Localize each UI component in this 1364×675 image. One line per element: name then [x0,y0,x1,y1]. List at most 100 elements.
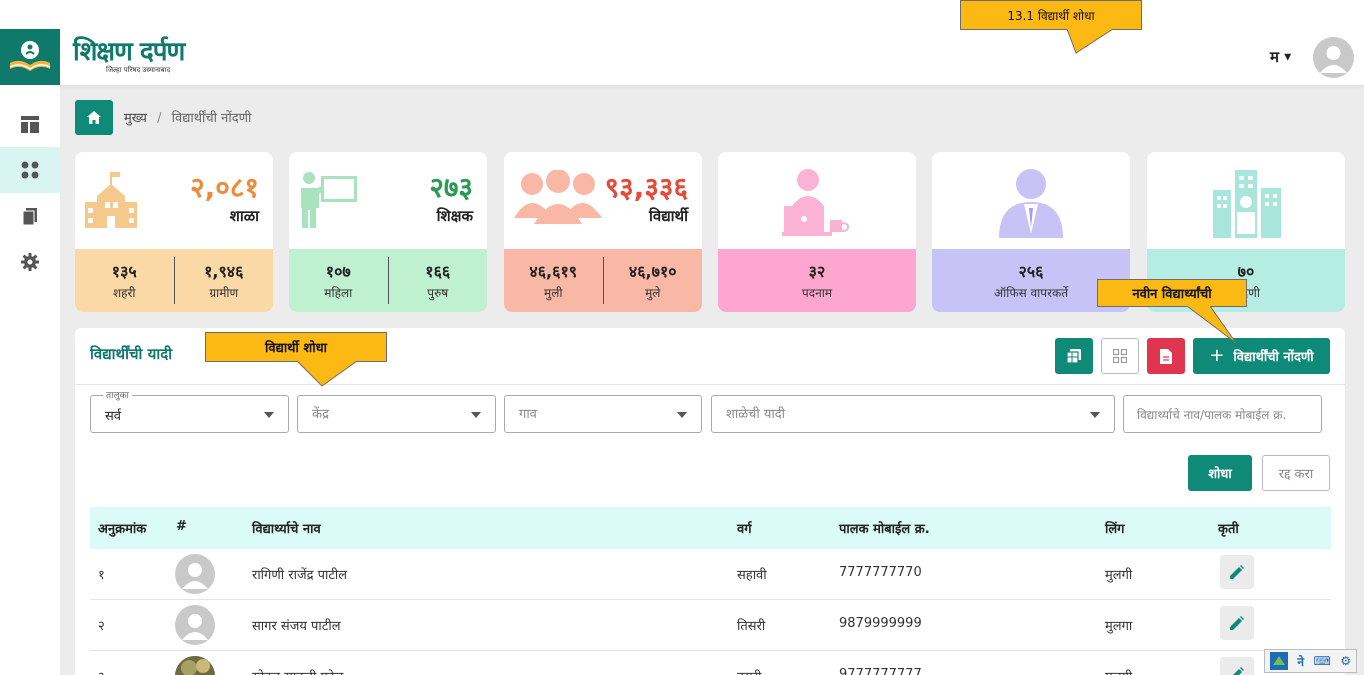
pdf-export-button[interactable] [1147,338,1185,374]
office-worker-icon [782,169,850,236]
taluka-select[interactable]: तालुका सर्व [90,388,289,433]
teachers-total: २७३ [429,171,473,204]
callout-new-student: नवीन विद्यार्थ्यांची [1097,279,1247,307]
table-icon [1067,349,1081,363]
panel-title: विद्यार्थींची यादी [90,345,173,363]
pencil-icon [1230,616,1244,630]
teachers-label: शिक्षक [436,207,473,225]
plus-icon: + [1209,345,1225,366]
urban-count: १३५ [111,262,137,281]
table-view-button[interactable] [1055,338,1093,374]
student-avatar [175,554,215,594]
add-student-label: विद्यार्थींची नोंदणी [1233,350,1314,365]
stat-card-schools[interactable]: २,०८१ शाळा १३५ शहरी १,९४६ ग्रामीण [75,152,273,312]
buildings-icon [1213,170,1281,238]
stat-card-teachers[interactable]: २७३ शिक्षक १०७ महिला १६६ पुरुष [289,152,487,312]
callout-new-student-tail [1186,306,1237,344]
rural-label: ग्रामीण [209,286,239,300]
brand: शिक्षण दर्पण जिल्हा परिषद उस्मानाबाद [73,37,185,75]
rural-count: १,९४६ [204,262,244,281]
sidebar-item-dashboard[interactable] [0,101,60,147]
stat-card-students[interactable]: ९३,३३६ विद्यार्थी ४६,६१९ मुली ४६,७१० मुले [504,152,702,312]
caret-down-icon [471,412,481,418]
row-student-name: सागर संजय पाटील [252,619,341,634]
school-select[interactable]: शाळेची यादी [711,395,1115,433]
row-mobile: 7777777770 [839,565,922,580]
user-avatar[interactable] [1313,37,1354,78]
grid-icon [21,161,39,179]
pencil-icon [1230,565,1244,579]
callout-search-tail [296,361,358,387]
table-header: अनुक्रमांक # विद्यार्थ्याचे नाव वर्ग पाल… [90,507,1331,549]
top-header: शिक्षण दर्पण जिल्हा परिषद उस्मानाबाद म ▼ [0,0,1364,85]
urban-label: शहरी [112,286,136,300]
callout-top: 13.1 विद्यार्थी शोधा [960,0,1142,30]
gear-icon [21,253,39,271]
student-search-input[interactable]: विद्यार्थ्याचे नाव/पालक मोबाईल क्र. [1123,395,1322,433]
input-method-bar[interactable]: ने ⌨ ⚙ [1264,649,1357,673]
female-teachers-label: महिला [324,286,353,300]
grid-view-button[interactable] [1101,338,1139,374]
row-serial: २ [98,619,105,634]
user-icon [182,614,208,640]
row-serial: ३ [98,667,105,675]
students-label: विद्यार्थी [648,207,688,225]
ime-logo-icon [1269,652,1288,670]
stat-card-designations[interactable]: ३२ पदनाम [718,152,916,312]
book-tree-icon [9,41,51,71]
document-icon [23,207,37,225]
designations-count: ३२ [808,262,826,281]
col-serial: अनुक्रमांक [98,522,147,537]
village-placeholder: गाव [519,407,537,422]
designations-label: पदनाम [801,286,833,300]
male-teachers-label: पुरुष [427,286,449,300]
teacher-icon [301,172,357,228]
sidebar-item-settings[interactable] [0,239,60,285]
user-icon [182,563,208,589]
office-user-icon [999,169,1063,238]
breadcrumb-home[interactable]: मुख्य [124,111,147,126]
user-icon [1320,46,1347,73]
row-mobile: 9879999999 [839,616,922,631]
edit-button[interactable] [1220,657,1254,675]
female-teachers-count: १०७ [325,262,351,281]
app-logo[interactable] [0,29,60,85]
row-serial: १ [98,568,105,583]
row-student-name: स्नेहल सावजी पटेल [252,667,343,675]
photo-icon [175,656,215,675]
col-gender: लिंग [1105,522,1125,537]
user-initial: म [1270,48,1279,66]
sidebar [0,85,60,675]
brand-title: शिक्षण दर्पण [73,37,185,67]
office-users-count: २५६ [1018,262,1044,281]
clear-button[interactable]: रद्द करा [1262,455,1330,491]
student-photo [175,656,215,675]
kendra-select[interactable]: केंद्र [297,395,496,433]
breadcrumb-separator: / [157,111,162,126]
schools-total: २,०८१ [190,171,259,204]
school-placeholder: शाळेची यादी [726,407,786,422]
village-select[interactable]: गाव [504,395,702,433]
sidebar-item-students[interactable] [0,147,60,193]
group-icon [514,170,602,224]
table-row: १ रागिणी राजेंद्र पाटील सहावी 7777777770… [90,549,1331,600]
edit-button[interactable] [1220,606,1254,640]
taluka-value: सर्व [105,409,122,424]
office-users-label: ऑफिस वापरकर्ते [993,286,1069,300]
breadcrumb-current: विद्यार्थींची नोंदणी [171,111,252,126]
col-actions: कृती [1218,522,1239,537]
dashboard-icon [21,115,39,133]
edit-button[interactable] [1220,555,1254,589]
caret-down-icon [1090,412,1100,418]
user-menu[interactable]: म ▼ [1270,47,1291,67]
gear-icon: ⚙ [1340,654,1352,668]
col-class: वर्ग [737,522,752,537]
breadcrumb: मुख्य / विद्यार्थींची नोंदणी [124,108,251,126]
designations-footer: ३२ पदनाम [718,249,916,312]
students-breakdown: ४६,६१९ मुली ४६,७१० मुले [504,249,702,312]
kendra-placeholder: केंद्र [312,407,329,422]
search-button[interactable]: शोधा [1188,455,1252,491]
taluka-label: तालुका [103,388,132,401]
sidebar-item-documents[interactable] [0,193,60,239]
home-button[interactable] [75,100,113,135]
